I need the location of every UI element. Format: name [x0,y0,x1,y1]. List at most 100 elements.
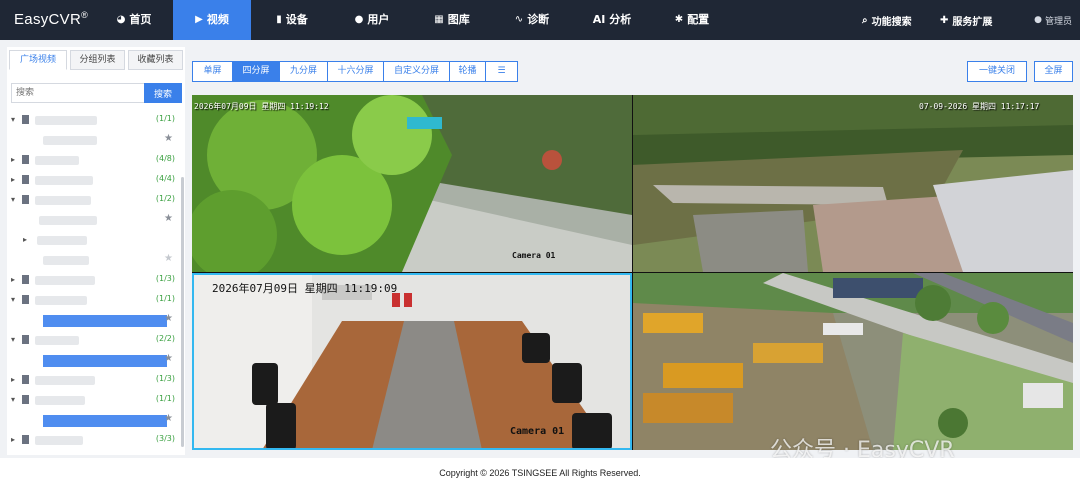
online-count: (2/2) [155,334,175,343]
function-search-button[interactable]: ⌕ 功能搜索 [862,0,912,40]
video-cell-3[interactable]: 2026年07月09日 星期四 11:19:09 Camera 01 [192,273,632,450]
layout-carousel-button[interactable]: 轮播 [449,61,486,82]
video-cell-1[interactable]: 2026年07月09日 星期四 11:19:12 Camera 01 [192,95,632,272]
pulse-icon: ∿ [514,14,524,25]
nav-item-config[interactable]: ✱ 配置 [662,0,722,40]
tree-node[interactable]: ▾ (1/1) [7,291,179,309]
blurred-label [37,236,87,245]
tree-leaf[interactable]: ★ [7,131,179,149]
close-all-button[interactable]: 一键关闭 [967,61,1027,82]
brand-text: EasyCVR [14,11,82,28]
highlighted-channel [43,415,167,427]
blurred-label [43,136,97,145]
chevron-down-icon: ▾ [11,395,16,404]
tab-square-videos[interactable]: 广场视频 [9,50,67,70]
tree-node[interactable]: ▸ [7,231,179,249]
user-menu[interactable]: ● 管理员 [1034,0,1072,40]
avatar-icon: ● [1034,15,1042,25]
star-icon[interactable]: ★ [164,313,173,324]
star-icon[interactable]: ★ [164,133,173,144]
tree-node[interactable]: ▸ (3/3) [7,431,179,449]
device-icon [22,275,29,284]
online-count: (1/2) [155,194,175,203]
play-icon: ▶ [195,14,203,25]
video-grid: 2026年07月09日 星期四 11:19:12 Camera 01 07-09… [192,95,1073,450]
top-navigation-bar: EasyCVR® ◕ 首页 ▶ 视频 ▮ 设备 ● 用户 ▦ 图库 ∿ 诊断 AI 分析 ✱… [0,0,1080,40]
search-input[interactable] [11,83,149,103]
chevron-right-icon: ▸ [11,375,16,384]
chevron-down-icon: ▾ [11,335,16,344]
nav-label: AI 分析 [592,13,632,26]
tree-node[interactable]: ▸ (1/3) [7,371,179,389]
tree-leaf[interactable]: ★ [7,251,179,269]
tree-node[interactable]: ▸ (4/4) [7,171,179,189]
device-icon [22,175,29,184]
search-button[interactable]: 搜索 [144,83,182,103]
blurred-label [35,156,79,165]
star-icon[interactable]: ★ [164,253,173,264]
tree-leaf-selected[interactable]: ★ [7,351,179,369]
service-extension-button[interactable]: ✚ 服务扩展 [940,0,992,40]
nav-item-home[interactable]: ◕ 首页 [105,0,163,40]
tree-leaf-selected[interactable]: ★ [7,411,179,429]
layout-quad-button[interactable]: 四分屏 [232,61,280,82]
tree-leaf[interactable]: ★ [7,211,179,229]
camera-label: Camera 01 [512,251,556,260]
database-button[interactable]: ☰ [485,61,518,82]
online-count: (1/3) [155,274,175,283]
nav-item-video[interactable]: ▶ 视频 [173,0,251,40]
puzzle-icon: ✚ [940,14,949,26]
star-icon[interactable]: ★ [164,353,173,364]
split-layout-toolbar: 单屏 四分屏 九分屏 十六分屏 自定义分屏 轮播 ☰ [192,61,518,82]
nav-label: 首页 [129,13,152,26]
nav-label: 图库 [447,13,470,26]
tree-node[interactable]: ▾ (1/2) [7,191,179,209]
star-icon[interactable]: ★ [164,213,173,224]
nav-item-gallery[interactable]: ▦ 图库 [422,0,482,40]
chevron-down-icon: ▾ [11,115,16,124]
blurred-label [35,196,91,205]
device-icon [22,295,29,304]
tree-node[interactable]: ▾ (1/1) [7,111,179,129]
nav-label: 诊断 [527,13,550,26]
nav-item-user[interactable]: ● 用户 [342,0,402,40]
nav-item-device[interactable]: ▮ 设备 [262,0,322,40]
layout-single-button[interactable]: 单屏 [192,61,233,82]
fullscreen-button[interactable]: 全屏 [1034,61,1073,82]
online-count: (1/1) [155,394,175,403]
device-icon [22,395,29,404]
nav-label: 设备 [285,13,308,26]
layout-nine-button[interactable]: 九分屏 [279,61,328,82]
nav-item-ai-analysis[interactable]: AI 分析 [582,0,642,40]
device-icon [22,115,29,124]
layout-sixteen-button[interactable]: 十六分屏 [327,61,384,82]
blurred-label [35,396,85,405]
video-cell-4[interactable] [633,273,1073,450]
tree-scrollbar[interactable] [181,177,184,447]
tree-node[interactable]: ▸ (1/3) [7,271,179,289]
tree-node[interactable]: ▾ (2/2) [7,331,179,349]
video-cell-2[interactable]: 07-09-2026 星期四 11:17:17 [633,95,1073,272]
blurred-label [35,296,87,305]
star-icon[interactable]: ★ [164,413,173,424]
tab-group-list[interactable]: 分组列表 [70,50,125,70]
footer: Copyright © 2026 TSINGSEE All Rights Res… [0,458,1080,489]
chevron-right-icon: ▸ [11,435,16,444]
tree-leaf-selected[interactable]: ★ [7,311,179,329]
video-frame [633,273,1073,450]
sidebar-tabs: 广场视频 分组列表 收藏列表 [7,50,185,70]
layout-custom-button[interactable]: 自定义分屏 [383,61,450,82]
chevron-down-icon: ▾ [11,195,16,204]
tree-node[interactable]: ▾ (1/1) [7,391,179,409]
tree-node[interactable]: ▸ (4/8) [7,151,179,169]
tab-favorites[interactable]: 收藏列表 [128,50,183,70]
brand-logo[interactable]: EasyCVR® [14,10,88,28]
blurred-label [35,176,93,185]
device-icon [22,375,29,384]
online-count: (1/1) [155,294,175,303]
nav-item-diagnosis[interactable]: ∿ 诊断 [502,0,562,40]
chevron-right-icon: ▸ [11,155,16,164]
blurred-label [35,376,95,385]
nav-label: 视频 [206,13,229,26]
chevron-right-icon: ▸ [11,275,16,284]
